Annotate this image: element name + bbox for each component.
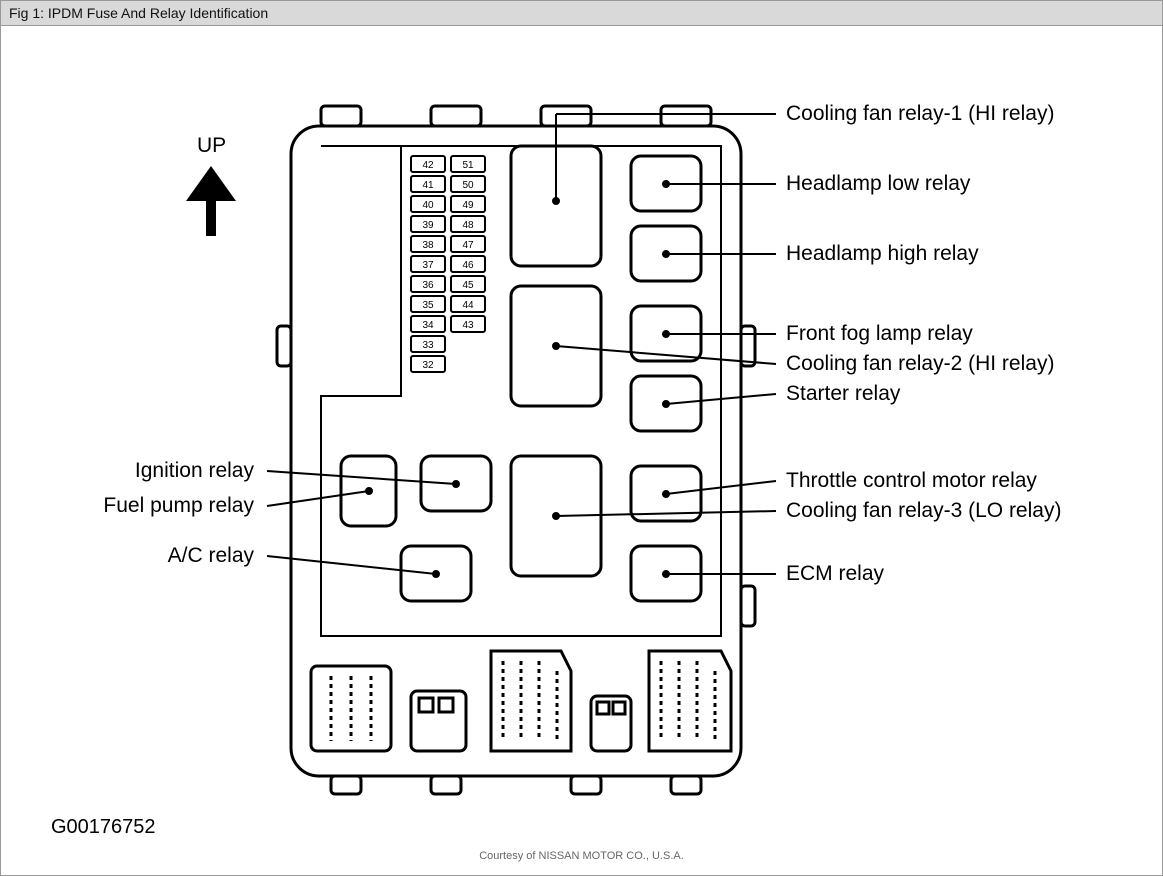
svg-text:46: 46 bbox=[462, 260, 474, 271]
up-label: UP bbox=[197, 134, 226, 158]
svg-text:38: 38 bbox=[422, 240, 434, 251]
svg-text:37: 37 bbox=[422, 260, 434, 271]
svg-text:45: 45 bbox=[462, 280, 474, 291]
label-cooling-fan-1: Cooling fan relay-1 (HI relay) bbox=[786, 102, 1054, 126]
label-fuel-pump: Fuel pump relay bbox=[103, 494, 254, 518]
label-starter: Starter relay bbox=[786, 382, 900, 406]
svg-text:42: 42 bbox=[422, 160, 434, 171]
label-headlamp-low: Headlamp low relay bbox=[786, 172, 970, 196]
svg-text:40: 40 bbox=[422, 200, 434, 211]
diagram-canvas: 42 41 40 39 38 37 36 35 34 33 32 51 50 4… bbox=[1, 26, 1162, 872]
diagram-svg: 42 41 40 39 38 37 36 35 34 33 32 51 50 4… bbox=[1, 26, 1163, 872]
svg-text:32: 32 bbox=[422, 360, 434, 371]
ipdm-body bbox=[291, 126, 741, 776]
label-cooling-fan-3: Cooling fan relay-3 (LO relay) bbox=[786, 499, 1061, 523]
credit-line: Courtesy of NISSAN MOTOR CO., U.S.A. bbox=[1, 850, 1162, 862]
label-ac: A/C relay bbox=[168, 544, 254, 568]
svg-text:51: 51 bbox=[462, 160, 474, 171]
figure-title: Fig 1: IPDM Fuse And Relay Identificatio… bbox=[9, 5, 268, 21]
label-front-fog: Front fog lamp relay bbox=[786, 322, 973, 346]
svg-text:49: 49 bbox=[462, 200, 474, 211]
document-id: G00176752 bbox=[51, 816, 156, 839]
svg-text:47: 47 bbox=[462, 240, 474, 251]
svg-text:34: 34 bbox=[422, 320, 434, 331]
label-cooling-fan-2: Cooling fan relay-2 (HI relay) bbox=[786, 352, 1054, 376]
svg-text:39: 39 bbox=[422, 220, 434, 231]
svg-text:50: 50 bbox=[462, 180, 474, 191]
relays-right bbox=[631, 156, 701, 601]
svg-text:35: 35 bbox=[422, 300, 434, 311]
label-throttle: Throttle control motor relay bbox=[786, 469, 1037, 493]
label-ignition: Ignition relay bbox=[135, 459, 254, 483]
svg-text:44: 44 bbox=[462, 300, 474, 311]
label-ecm: ECM relay bbox=[786, 562, 884, 586]
label-headlamp-high: Headlamp high relay bbox=[786, 242, 979, 266]
up-arrow-icon bbox=[186, 166, 236, 236]
svg-text:33: 33 bbox=[422, 340, 434, 351]
svg-text:43: 43 bbox=[462, 320, 474, 331]
diagram-frame: Fig 1: IPDM Fuse And Relay Identificatio… bbox=[0, 0, 1163, 876]
svg-text:36: 36 bbox=[422, 280, 434, 291]
svg-text:48: 48 bbox=[462, 220, 474, 231]
title-bar: Fig 1: IPDM Fuse And Relay Identificatio… bbox=[1, 1, 1162, 26]
svg-text:41: 41 bbox=[422, 180, 434, 191]
